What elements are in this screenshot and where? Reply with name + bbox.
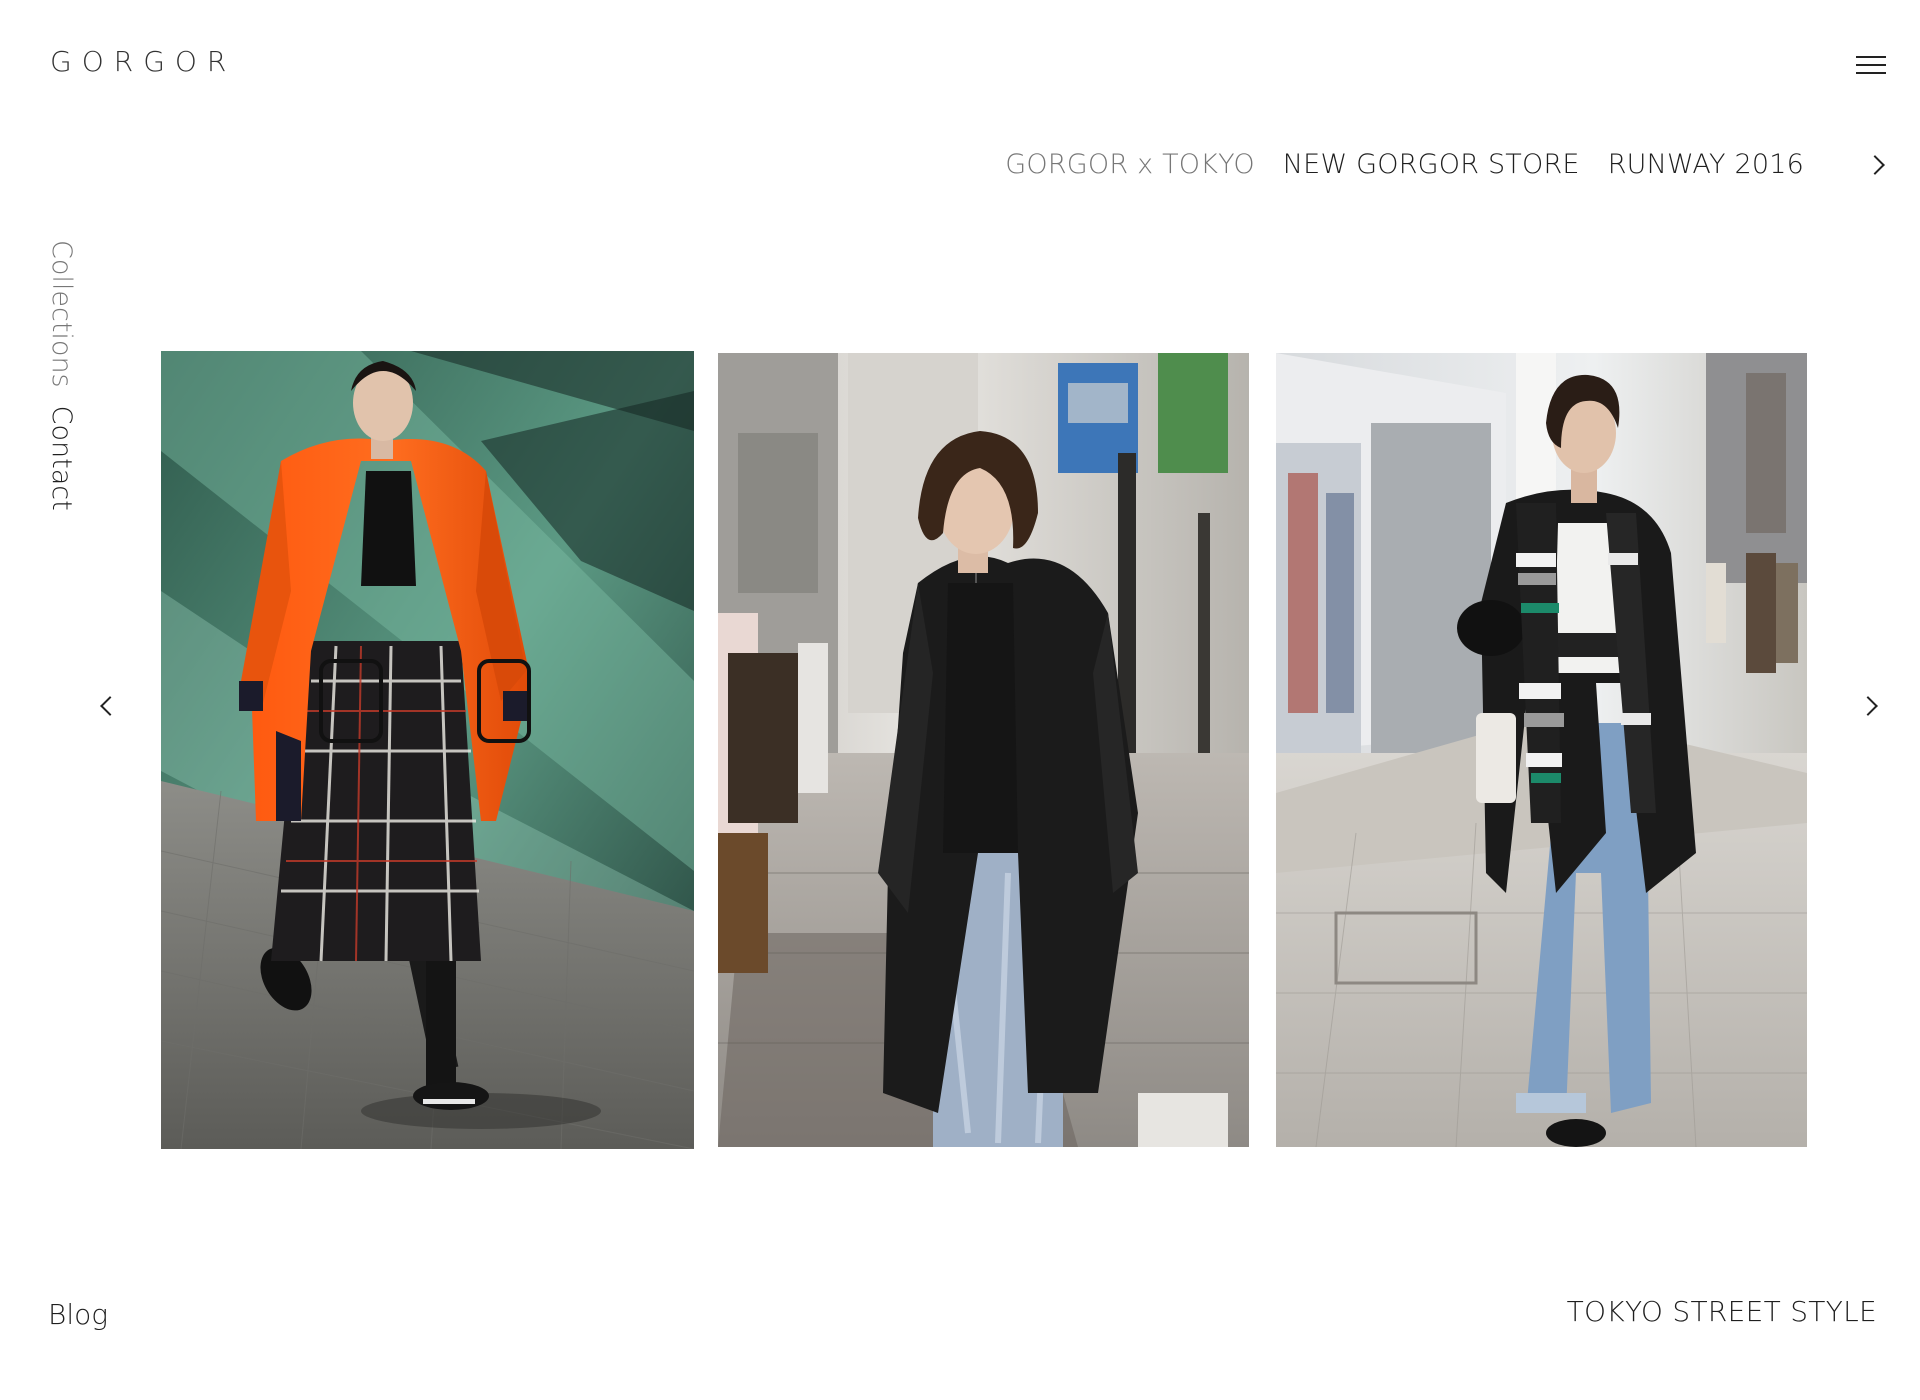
collections-nav: GORGOR x TOKYO NEW GORGOR STORE RUNWAY 2…: [1005, 144, 1886, 184]
gallery-photo-leather-jacket[interactable]: [718, 353, 1249, 1147]
nav-next-button[interactable]: [1865, 154, 1886, 175]
chevron-left-icon: [100, 696, 120, 716]
side-nav-contact[interactable]: Contact: [46, 406, 77, 511]
chevron-right-icon: [1865, 155, 1885, 175]
logo[interactable]: GORGOR: [50, 48, 236, 76]
nav-item-runway-2016[interactable]: RUNWAY 2016: [1608, 151, 1804, 178]
gallery-prev-button[interactable]: [94, 690, 124, 720]
nav-item-new-gorgor-store[interactable]: NEW GORGOR STORE: [1283, 151, 1580, 178]
side-nav-links: Collections Contact: [46, 240, 77, 511]
menu-button[interactable]: [1856, 56, 1886, 76]
nav-item-gorgor-x-tokyo[interactable]: GORGOR x TOKYO: [1005, 151, 1255, 178]
side-nav: Collections Contact: [46, 240, 77, 511]
gallery-photo-striped-scarf[interactable]: [1276, 353, 1807, 1147]
gallery-photo-orange-coat[interactable]: [161, 351, 694, 1149]
chevron-right-icon: [1858, 696, 1878, 716]
hamburger-icon-line: [1856, 64, 1886, 66]
hamburger-icon-line: [1856, 56, 1886, 58]
gallery-next-button[interactable]: [1856, 690, 1886, 720]
gallery-caption: TOKYO STREET STYLE: [1566, 1295, 1877, 1328]
hamburger-icon-line: [1856, 72, 1886, 74]
blog-link[interactable]: Blog: [48, 1298, 108, 1331]
side-nav-collections[interactable]: Collections: [46, 240, 77, 388]
